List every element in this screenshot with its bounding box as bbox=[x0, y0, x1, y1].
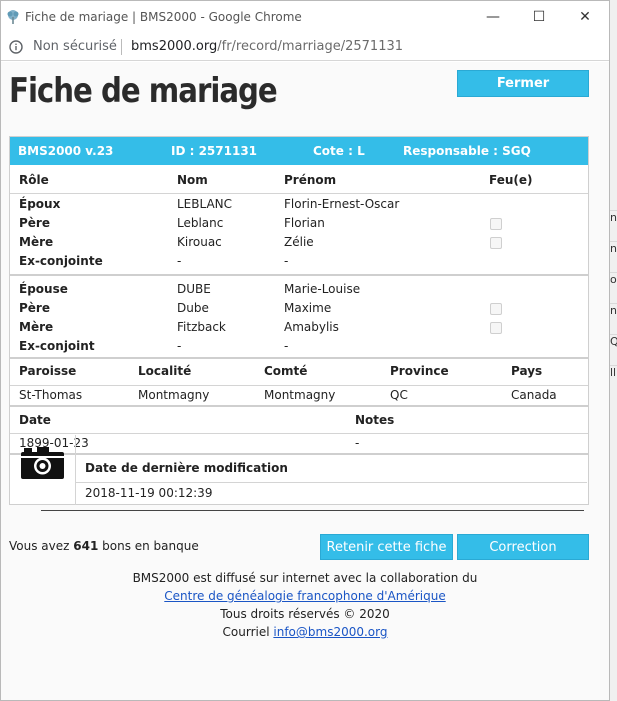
close-window-button[interactable]: ✕ bbox=[563, 5, 607, 29]
ex-conjointe-nom: - bbox=[177, 254, 182, 268]
groom-father-nom: Leblanc bbox=[177, 216, 224, 230]
page-title: Fiche de mariage bbox=[9, 71, 278, 111]
background-fragment: ny bbox=[610, 241, 617, 268]
record-header: BMS2000 v.23 ID : 2571131 Cote : L Respo… bbox=[10, 137, 588, 165]
groom-mother-deceased-checkbox[interactable] bbox=[490, 237, 502, 249]
row-divider bbox=[10, 193, 588, 194]
role-groom-father: Père bbox=[19, 216, 50, 230]
paroisse-value: St-Thomas bbox=[19, 388, 83, 402]
role-groom-mother: Mère bbox=[19, 235, 54, 249]
tree-icon bbox=[7, 10, 19, 24]
record-id: ID : 2571131 bbox=[171, 144, 258, 158]
correction-button[interactable]: Correction bbox=[457, 534, 589, 560]
bride-mother-prenom: Amabylis bbox=[284, 320, 339, 334]
browser-window: Fiche de mariage | BMS2000 - Google Chro… bbox=[0, 0, 610, 701]
maximize-button[interactable]: ☐ bbox=[517, 5, 561, 29]
col-notes: Notes bbox=[355, 413, 395, 427]
minimize-button[interactable]: — bbox=[471, 5, 515, 29]
page-content: Fiche de mariage Fermer BMS2000 v.23 ID … bbox=[1, 62, 609, 700]
role-bride-mother: Mère bbox=[19, 320, 54, 334]
bank-suffix: bons en banque bbox=[98, 539, 199, 553]
url-host: bms2000.org bbox=[131, 39, 218, 54]
col-role: Rôle bbox=[19, 173, 49, 187]
bank-count: 641 bbox=[73, 539, 99, 553]
camera-icon[interactable] bbox=[21, 447, 64, 479]
bride-prenom: Marie-Louise bbox=[284, 282, 361, 296]
window-title: Fiche de mariage | BMS2000 - Google Chro… bbox=[25, 10, 302, 24]
bank-prefix: Vous avez bbox=[9, 539, 74, 553]
localite-value: Montmagny bbox=[138, 388, 210, 402]
background-fragment: ole bbox=[610, 272, 617, 299]
address-bar[interactable]: Non sécurisé bms2000.org/fr/record/marri… bbox=[1, 34, 609, 61]
info-icon[interactable] bbox=[9, 40, 23, 54]
col-comte: Comté bbox=[264, 364, 308, 378]
background-fragment: ny bbox=[610, 210, 617, 237]
bank-balance: Vous avez 641 bons en banque bbox=[9, 539, 199, 553]
comte-value: Montmagny bbox=[264, 388, 336, 402]
groom-prenom: Florin-Ernest-Oscar bbox=[284, 197, 400, 211]
role-bride-father: Père bbox=[19, 301, 50, 315]
col-localite: Localité bbox=[138, 364, 192, 378]
col-pays: Pays bbox=[511, 364, 543, 378]
background-fragment: ll bbox=[610, 365, 617, 392]
record-version: BMS2000 v.23 bbox=[18, 144, 114, 158]
col-province: Province bbox=[390, 364, 449, 378]
bride-mother-deceased-checkbox[interactable] bbox=[490, 322, 502, 334]
col-nom: Nom bbox=[177, 173, 208, 187]
bride-mother-nom: Fitzback bbox=[177, 320, 226, 334]
url-field[interactable]: bms2000.org/fr/record/marriage/2571131 bbox=[131, 39, 403, 54]
groom-father-prenom: Florian bbox=[284, 216, 325, 230]
cgfa-link[interactable]: Centre de généalogie francophone d'Améri… bbox=[164, 589, 445, 603]
close-button[interactable]: Fermer bbox=[457, 70, 589, 97]
notes-value: - bbox=[355, 436, 360, 450]
role-epouse: Épouse bbox=[19, 282, 68, 296]
row-divider bbox=[10, 433, 588, 434]
section-divider bbox=[10, 357, 588, 359]
mail-prefix: Courriel bbox=[222, 625, 274, 639]
province-value: QC bbox=[390, 388, 408, 402]
ex-conjointe-prenom: - bbox=[284, 254, 289, 268]
footer-mail-line: Courriel info@bms2000.org bbox=[1, 625, 609, 639]
col-date: Date bbox=[19, 413, 51, 427]
bride-father-deceased-checkbox[interactable] bbox=[490, 303, 502, 315]
record-responsable: Responsable : SGQ bbox=[403, 144, 531, 158]
row-divider bbox=[10, 385, 588, 386]
marriage-record: BMS2000 v.23 ID : 2571131 Cote : L Respo… bbox=[9, 136, 589, 505]
background-window: ny ny ole ny Q ll bbox=[610, 0, 617, 701]
groom-father-deceased-checkbox[interactable] bbox=[490, 218, 502, 230]
bride-father-nom: Dube bbox=[177, 301, 209, 315]
col-prenom: Prénom bbox=[284, 173, 337, 187]
background-fragment: ny bbox=[610, 303, 617, 330]
role-ex-conjoint: Ex-conjoint bbox=[19, 339, 95, 353]
keep-record-button[interactable]: Retenir cette fiche bbox=[320, 534, 453, 560]
content-divider bbox=[41, 510, 584, 511]
section-divider bbox=[10, 453, 588, 455]
pays-value: Canada bbox=[511, 388, 557, 402]
groom-mother-nom: Kirouac bbox=[177, 235, 222, 249]
section-divider bbox=[10, 405, 588, 407]
address-separator bbox=[121, 39, 122, 55]
ex-conjoint-nom: - bbox=[177, 339, 182, 353]
record-cote: Cote : L bbox=[313, 144, 365, 158]
title-bar[interactable]: Fiche de mariage | BMS2000 - Google Chro… bbox=[1, 1, 609, 34]
role-ex-conjointe: Ex-conjointe bbox=[19, 254, 103, 268]
role-epoux: Époux bbox=[19, 197, 61, 211]
url-path: /fr/record/marriage/2571131 bbox=[217, 39, 404, 54]
security-label[interactable]: Non sécurisé bbox=[33, 39, 117, 54]
bride-nom: DUBE bbox=[177, 282, 211, 296]
bride-father-prenom: Maxime bbox=[284, 301, 332, 315]
footer-collab: BMS2000 est diffusé sur internet avec la… bbox=[132, 571, 478, 585]
col-paroisse: Paroisse bbox=[19, 364, 77, 378]
group-divider bbox=[10, 274, 588, 276]
footer-link-line: Centre de généalogie francophone d'Améri… bbox=[1, 589, 609, 603]
col-feue: Feu(e) bbox=[489, 173, 533, 187]
footer-rights: Tous droits réservés © 2020 bbox=[220, 607, 390, 621]
mail-link[interactable]: info@bms2000.org bbox=[273, 625, 387, 639]
groom-nom: LEBLANC bbox=[177, 197, 233, 211]
ex-conjoint-prenom: - bbox=[284, 339, 289, 353]
groom-mother-prenom: Zélie bbox=[284, 235, 314, 249]
background-fragment: Q bbox=[610, 334, 617, 361]
